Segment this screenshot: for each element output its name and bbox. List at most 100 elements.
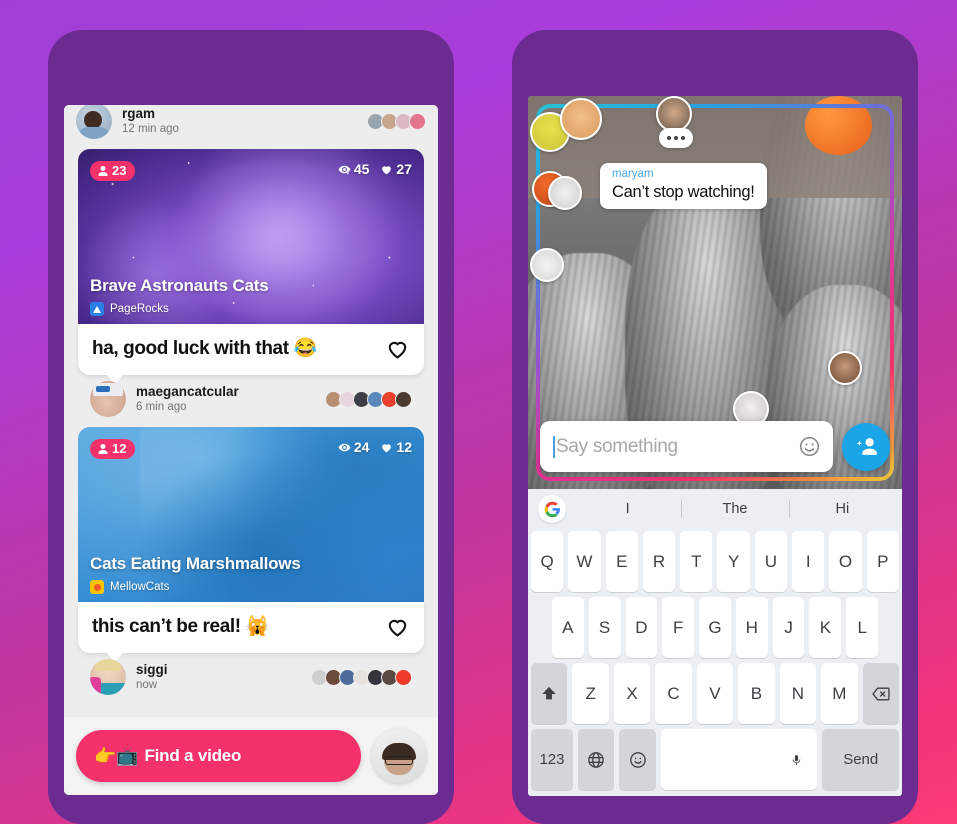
avatar[interactable]	[90, 381, 126, 417]
chat-message: Can’t stop watching!	[612, 183, 755, 201]
watcher-avatar[interactable]	[409, 112, 426, 130]
viewer-count: 12	[112, 441, 127, 456]
on-screen-keyboard: I The Hi Q W E R T Y U I O P A S D F G H…	[528, 489, 902, 796]
like-button[interactable]	[385, 336, 410, 361]
participant-avatar[interactable]	[656, 96, 692, 132]
watch-party-screen: maryam Can’t stop watching! Say somethin…	[528, 96, 902, 796]
like-button[interactable]	[385, 614, 410, 639]
channel-row[interactable]: MellowCats	[90, 580, 169, 594]
emoji-key[interactable]	[619, 729, 656, 790]
suggestion-bar: I The Hi	[528, 489, 902, 529]
my-avatar[interactable]	[372, 729, 426, 783]
key-c[interactable]: C	[655, 663, 692, 724]
channel-row[interactable]: PageRocks	[90, 302, 169, 316]
views-count: 24	[353, 439, 370, 455]
suggestion-3[interactable]: Hi	[789, 501, 896, 517]
add-person-button[interactable]	[842, 422, 890, 471]
channel-name: PageRocks	[110, 303, 169, 315]
key-p[interactable]: P	[866, 531, 899, 592]
video-thumbnail[interactable]: 12 24 12 Cats Eating Marshmallows Mellow…	[78, 427, 424, 602]
participant-avatar[interactable]	[560, 98, 602, 140]
screen-right: maryam Can’t stop watching! Say somethin…	[528, 96, 902, 796]
key-h[interactable]: H	[735, 597, 768, 658]
post-header-partial[interactable]: rgam 12 min ago	[64, 105, 438, 145]
video-post-card[interactable]: 23 45 27 Brave Astronauts Cats PageRocks…	[78, 149, 424, 423]
key-m[interactable]: M	[821, 663, 858, 724]
avatar[interactable]	[90, 659, 126, 695]
keyboard-row-2: A S D F G H J K L	[531, 597, 899, 658]
likes-count: 12	[396, 439, 412, 455]
suggestion-1[interactable]: I	[574, 501, 681, 517]
likes-count: 27	[396, 161, 412, 177]
key-x[interactable]: X	[613, 663, 651, 724]
send-key[interactable]: Send	[822, 729, 899, 790]
video-stats: 24 12	[338, 439, 412, 455]
emoji-smiley-icon[interactable]	[798, 435, 821, 458]
comment-text: this can’t be real! 🙀	[92, 615, 269, 637]
numbers-key[interactable]: 123	[531, 729, 573, 790]
key-t[interactable]: T	[680, 531, 713, 592]
post-footer[interactable]: maegancatcular 6 min ago	[78, 377, 424, 423]
key-y[interactable]: Y	[717, 531, 750, 592]
participant-avatar[interactable]	[530, 248, 564, 282]
watcher-avatar[interactable]	[395, 390, 412, 408]
heart-outline-icon	[388, 341, 407, 359]
key-v[interactable]: V	[696, 663, 734, 724]
participant-avatar[interactable]	[548, 176, 582, 210]
row-spacer	[531, 597, 547, 658]
key-b[interactable]: B	[738, 663, 775, 724]
find-a-video-button[interactable]: 👉📺 Find a video	[76, 730, 361, 782]
key-q[interactable]: Q	[531, 531, 564, 592]
key-g[interactable]: G	[699, 597, 731, 658]
views-stat: 45	[338, 161, 369, 177]
key-k[interactable]: K	[809, 597, 842, 658]
key-o[interactable]: O	[829, 531, 862, 592]
key-n[interactable]: N	[779, 663, 817, 724]
key-i[interactable]: I	[792, 531, 825, 592]
key-r[interactable]: R	[642, 531, 676, 592]
key-a[interactable]: A	[551, 597, 584, 658]
key-w[interactable]: W	[568, 531, 601, 592]
backspace-key[interactable]	[862, 663, 899, 724]
comment-text: ha, good luck with that 😂	[92, 337, 317, 359]
post-footer[interactable]: siggi now	[78, 655, 424, 701]
space-key[interactable]	[660, 729, 818, 790]
row-spacer	[883, 597, 899, 658]
watchers-row[interactable]	[325, 390, 412, 408]
text-caret	[553, 435, 555, 458]
watcher-avatar[interactable]	[395, 668, 412, 686]
say-something-input[interactable]: Say something	[540, 421, 833, 472]
google-g-icon[interactable]	[538, 495, 566, 523]
username: rgam	[122, 105, 156, 121]
commenter-name: siggi	[136, 661, 168, 677]
key-s[interactable]: S	[588, 597, 621, 658]
key-l[interactable]: L	[846, 597, 879, 658]
emoji-icon	[629, 751, 646, 768]
watchers-row[interactable]	[311, 668, 412, 686]
add-person-icon	[856, 438, 877, 455]
viewer-count: 23	[112, 163, 127, 178]
suggestion-2[interactable]: The	[681, 501, 788, 517]
keyboard-row-3: Z X C V B N M	[531, 663, 899, 724]
watchers-row[interactable]	[367, 112, 426, 130]
video-title: Brave Astronauts Cats	[90, 276, 269, 295]
heart-outline-icon	[388, 619, 407, 637]
globe-key[interactable]	[577, 729, 615, 790]
key-f[interactable]: F	[662, 597, 695, 658]
participant-avatar[interactable]	[828, 351, 862, 385]
commenter-name: maegancatcular	[136, 383, 239, 399]
eye-icon	[338, 165, 351, 173]
video-thumbnail[interactable]: 23 45 27 Brave Astronauts Cats PageRocks	[78, 149, 424, 324]
shift-icon	[542, 686, 556, 699]
key-z[interactable]: Z	[572, 663, 609, 724]
key-u[interactable]: U	[754, 531, 788, 592]
key-e[interactable]: E	[605, 531, 638, 592]
screen-left: rgam 12 min ago 23 45 27 Brave Astronaut…	[64, 105, 438, 795]
circle-icon	[90, 580, 104, 594]
key-d[interactable]: D	[625, 597, 658, 658]
video-post-card[interactable]: 12 24 12 Cats Eating Marshmallows Mellow…	[78, 427, 424, 701]
shift-key[interactable]	[531, 663, 568, 724]
video-feed[interactable]: rgam 12 min ago 23 45 27 Brave Astronaut…	[64, 105, 438, 795]
key-j[interactable]: J	[772, 597, 805, 658]
eye-icon	[338, 443, 351, 451]
